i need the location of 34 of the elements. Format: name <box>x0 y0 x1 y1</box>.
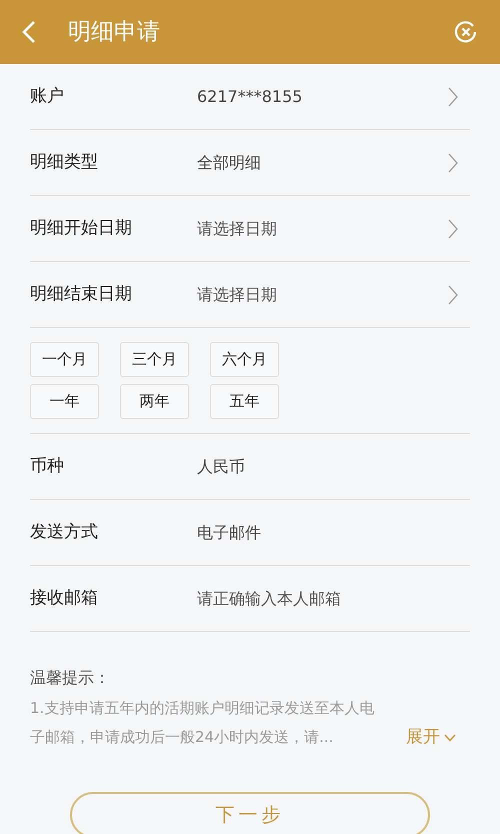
range-button[interactable]: 一年 <box>30 384 99 419</box>
picker-row[interactable]: 明细类型 全部明细 <box>30 130 470 196</box>
field-value: 人民币 <box>197 456 246 478</box>
chevron-down-icon <box>444 734 456 742</box>
chevron-right-icon <box>448 152 458 172</box>
chevron-right-icon <box>448 86 458 106</box>
chevron-right-icon <box>448 284 458 304</box>
field-label: 明细类型 <box>30 150 99 174</box>
range-button[interactable]: 两年 <box>120 384 189 419</box>
field-value: 电子邮件 <box>197 522 262 544</box>
field-label: 发送方式 <box>30 520 99 544</box>
picker-row[interactable]: 账户 6217***8155 <box>30 64 470 130</box>
field-label: 币种 <box>30 454 65 478</box>
field-label: 明细结束日期 <box>30 282 133 306</box>
close-icon[interactable] <box>454 20 478 44</box>
field-label: 接收邮箱 <box>30 586 99 610</box>
picker-row[interactable]: 明细结束日期 请选择日期 <box>30 262 470 328</box>
field-value: 请选择日期 <box>197 218 278 240</box>
picker-row[interactable]: 明细开始日期 请选择日期 <box>30 196 470 262</box>
chevron-right-icon <box>448 218 458 238</box>
range-button[interactable]: 六个月 <box>210 342 279 377</box>
field-value: 请选择日期 <box>197 284 278 306</box>
back-icon[interactable] <box>22 20 36 44</box>
field-label: 账户 <box>30 84 65 108</box>
field-value: 全部明细 <box>197 152 262 174</box>
field-label: 明细开始日期 <box>30 216 133 240</box>
tips-text: 1.支持申请五年内的活期账户明细记录发送至本人电子邮箱，申请成功后一般24小时内发送，请... <box>30 699 374 746</box>
page-title: 明细申请 <box>68 18 161 47</box>
range-button[interactable]: 五年 <box>210 384 279 419</box>
tips-title: 温馨提示： <box>30 667 111 689</box>
field-value: 6217***8155 <box>197 86 304 108</box>
range-button[interactable]: 一个月 <box>30 342 99 377</box>
email-input[interactable]: 请正确输入本人邮箱 <box>197 586 458 610</box>
range-button[interactable]: 三个月 <box>120 342 189 377</box>
